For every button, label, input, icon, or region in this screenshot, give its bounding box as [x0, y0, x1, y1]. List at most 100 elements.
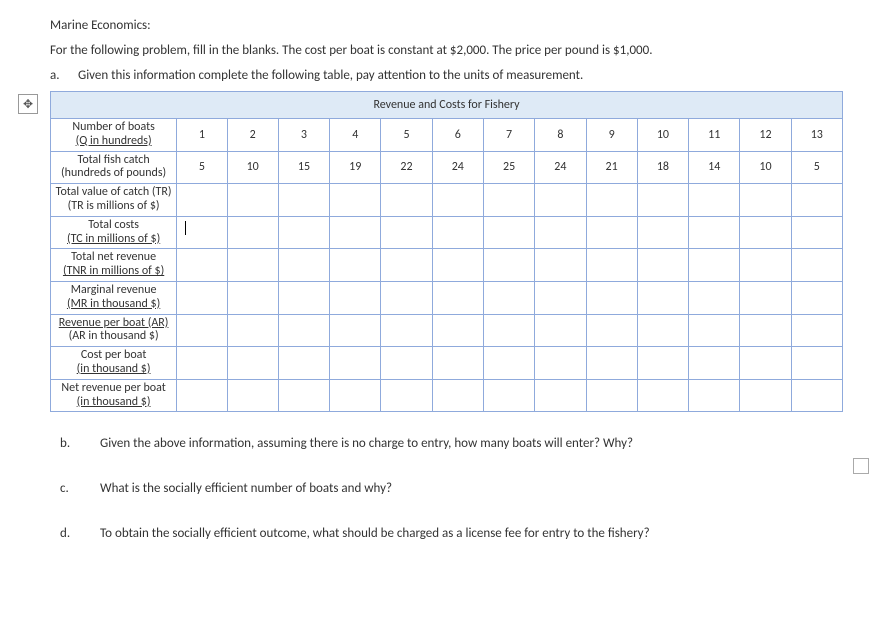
cell-input[interactable]: [177, 281, 227, 314]
cell-input[interactable]: [535, 216, 586, 249]
cell-input[interactable]: [535, 314, 586, 347]
cell-input[interactable]: [535, 184, 586, 217]
cell-input[interactable]: [227, 281, 278, 314]
cell-input[interactable]: [227, 314, 278, 347]
cell-input[interactable]: [278, 379, 329, 412]
cell-input[interactable]: [381, 249, 432, 282]
cell-input[interactable]: [432, 184, 483, 217]
cell-input[interactable]: [740, 184, 791, 217]
move-handle-icon[interactable]: ✥: [18, 94, 38, 114]
cell-input[interactable]: [637, 314, 688, 347]
cell-input[interactable]: [791, 184, 842, 217]
cell-input[interactable]: [278, 281, 329, 314]
cell-input[interactable]: [483, 314, 534, 347]
cell-input[interactable]: [586, 379, 637, 412]
cell-input-active[interactable]: [177, 216, 227, 249]
cell-input[interactable]: [791, 314, 842, 347]
question-a-letter: a.: [64, 68, 78, 83]
cell-input[interactable]: [381, 314, 432, 347]
cell-input[interactable]: [483, 216, 534, 249]
cell-input[interactable]: [689, 314, 740, 347]
cell-input[interactable]: [381, 347, 432, 380]
cell-input[interactable]: [432, 281, 483, 314]
cell-input[interactable]: [432, 347, 483, 380]
cell-input[interactable]: [791, 281, 842, 314]
anchor-icon[interactable]: [853, 458, 869, 474]
table-row: Total net revenue(TNR in millions of $): [51, 249, 843, 282]
cell-input[interactable]: [586, 281, 637, 314]
cell-input[interactable]: [791, 347, 842, 380]
cell-input[interactable]: [278, 314, 329, 347]
cell-input[interactable]: [432, 314, 483, 347]
cell-input[interactable]: [177, 347, 227, 380]
cell-input[interactable]: [432, 379, 483, 412]
cell-input[interactable]: [177, 379, 227, 412]
cell-input[interactable]: [330, 281, 381, 314]
cell-input[interactable]: [637, 379, 688, 412]
cell-input[interactable]: [483, 281, 534, 314]
cell-input[interactable]: [791, 216, 842, 249]
cell-input[interactable]: [637, 281, 688, 314]
cell-input[interactable]: [432, 216, 483, 249]
cell-input[interactable]: [381, 379, 432, 412]
cell-input[interactable]: [637, 347, 688, 380]
cell-input[interactable]: [483, 249, 534, 282]
cell-input[interactable]: [586, 249, 637, 282]
cell-input[interactable]: [227, 216, 278, 249]
cell-input[interactable]: [535, 249, 586, 282]
cell-input[interactable]: [535, 379, 586, 412]
cell-input[interactable]: [227, 249, 278, 282]
cell-input[interactable]: [535, 281, 586, 314]
cell-input[interactable]: [689, 281, 740, 314]
cell: 25: [483, 151, 534, 184]
cell-input[interactable]: [278, 216, 329, 249]
cell-input[interactable]: [740, 249, 791, 282]
cell-input[interactable]: [330, 314, 381, 347]
cell-input[interactable]: [637, 184, 688, 217]
cell-input[interactable]: [791, 249, 842, 282]
question-d-text: To obtain the socially efficient outcome…: [100, 526, 650, 541]
cell-input[interactable]: [177, 249, 227, 282]
cell-input[interactable]: [483, 379, 534, 412]
cell-input[interactable]: [483, 347, 534, 380]
cell-input[interactable]: [177, 184, 227, 217]
cell-input[interactable]: [689, 379, 740, 412]
cell-input[interactable]: [227, 379, 278, 412]
cell-input[interactable]: [227, 184, 278, 217]
cell-input[interactable]: [381, 281, 432, 314]
cell-input[interactable]: [535, 347, 586, 380]
cell-input[interactable]: [689, 249, 740, 282]
cell-input[interactable]: [330, 184, 381, 217]
cell-input[interactable]: [740, 216, 791, 249]
cell-input[interactable]: [330, 216, 381, 249]
cell-input[interactable]: [586, 216, 637, 249]
cell-input[interactable]: [689, 184, 740, 217]
cell-input[interactable]: [740, 314, 791, 347]
row-label: Net revenue per boat(in thousand $): [51, 379, 177, 412]
cell-input[interactable]: [637, 249, 688, 282]
cell-input[interactable]: [740, 347, 791, 380]
cell-input[interactable]: [381, 184, 432, 217]
cell-input[interactable]: [637, 216, 688, 249]
cell-input[interactable]: [278, 249, 329, 282]
cell-input[interactable]: [381, 216, 432, 249]
cell-input[interactable]: [689, 347, 740, 380]
cell-input[interactable]: [586, 347, 637, 380]
cell-input[interactable]: [278, 347, 329, 380]
cell-input[interactable]: [432, 249, 483, 282]
cell-input[interactable]: [330, 379, 381, 412]
cell-input[interactable]: [330, 249, 381, 282]
cell: 6: [432, 119, 483, 152]
cell-input[interactable]: [586, 314, 637, 347]
cell-input[interactable]: [483, 184, 534, 217]
cell-input[interactable]: [330, 347, 381, 380]
cell-input[interactable]: [227, 347, 278, 380]
cell-input[interactable]: [740, 281, 791, 314]
cell-input[interactable]: [740, 379, 791, 412]
cell: 2: [227, 119, 278, 152]
cell-input[interactable]: [791, 379, 842, 412]
cell-input[interactable]: [689, 216, 740, 249]
cell-input[interactable]: [278, 184, 329, 217]
cell-input[interactable]: [586, 184, 637, 217]
cell-input[interactable]: [177, 314, 227, 347]
